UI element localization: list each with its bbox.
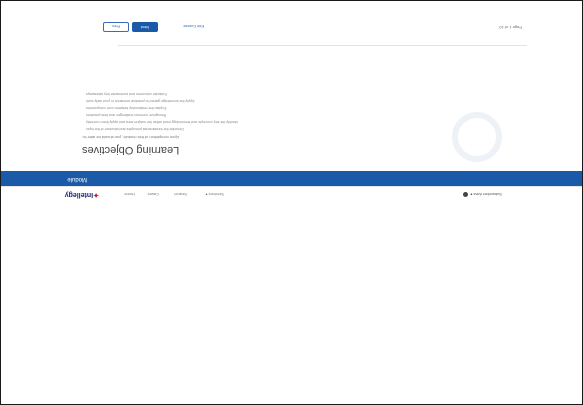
list-item: Describe the fundamental principles and … [86, 127, 184, 131]
list-item: Evaluate outcomes and summarize key take… [86, 92, 167, 96]
browser-frame: ✦Intellegy Home Cases Search Services ▾ … [0, 0, 583, 405]
list-item: Identify the key concepts and terminolog… [86, 120, 238, 124]
nav-link-cases[interactable]: Cases [148, 192, 159, 197]
user-menu-label: Subscriber Area [473, 192, 502, 197]
footer-controls: Page 1 of 10 Prev Next Exit Course [1, 14, 582, 44]
divider [118, 45, 527, 46]
content-card: Learning Objectives Upon completion of t… [62, 30, 522, 170]
user-icon [463, 191, 469, 197]
objectives-list: Describe the fundamental principles and … [86, 90, 238, 132]
logo-text: Intellegy [64, 191, 94, 198]
page-indicator: Page 1 of 10 [499, 25, 522, 30]
page-title: Learning Objectives [82, 144, 180, 156]
empty-area [1, 207, 582, 404]
prev-button[interactable]: Prev [103, 22, 129, 32]
nav-link-home[interactable]: Home [124, 192, 135, 197]
user-menu[interactable]: Subscriber Area ▾ [463, 191, 502, 197]
nav-link-services-label: Services [208, 192, 224, 197]
module-banner-title: Module [67, 176, 87, 182]
list-item: Apply the knowledge gained to practical … [86, 99, 195, 103]
next-button[interactable]: Next [132, 22, 158, 32]
exit-course-link[interactable]: Exit Course [183, 24, 204, 29]
chevron-down-icon: ▾ [470, 192, 473, 197]
list-item: Explain the relationship between core co… [86, 106, 167, 110]
objectives-intro: Upon completion of this module, you shou… [82, 135, 180, 140]
watermark-seal-icon [452, 112, 502, 162]
chevron-down-icon: ▾ [205, 192, 208, 197]
logo[interactable]: ✦Intellegy [65, 191, 99, 199]
nav-link-search[interactable]: Search [174, 192, 187, 197]
nav-link-services[interactable]: Services ▾ [206, 192, 224, 197]
list-item: Recognize common challenges and best pra… [86, 113, 167, 117]
logo-mark-icon: ✦ [93, 191, 99, 198]
rotated-page: ✦Intellegy Home Cases Search Services ▾ … [1, 1, 582, 404]
top-navigation: ✦Intellegy Home Cases Search Services ▾ … [1, 186, 582, 203]
module-banner: Module [1, 171, 582, 186]
